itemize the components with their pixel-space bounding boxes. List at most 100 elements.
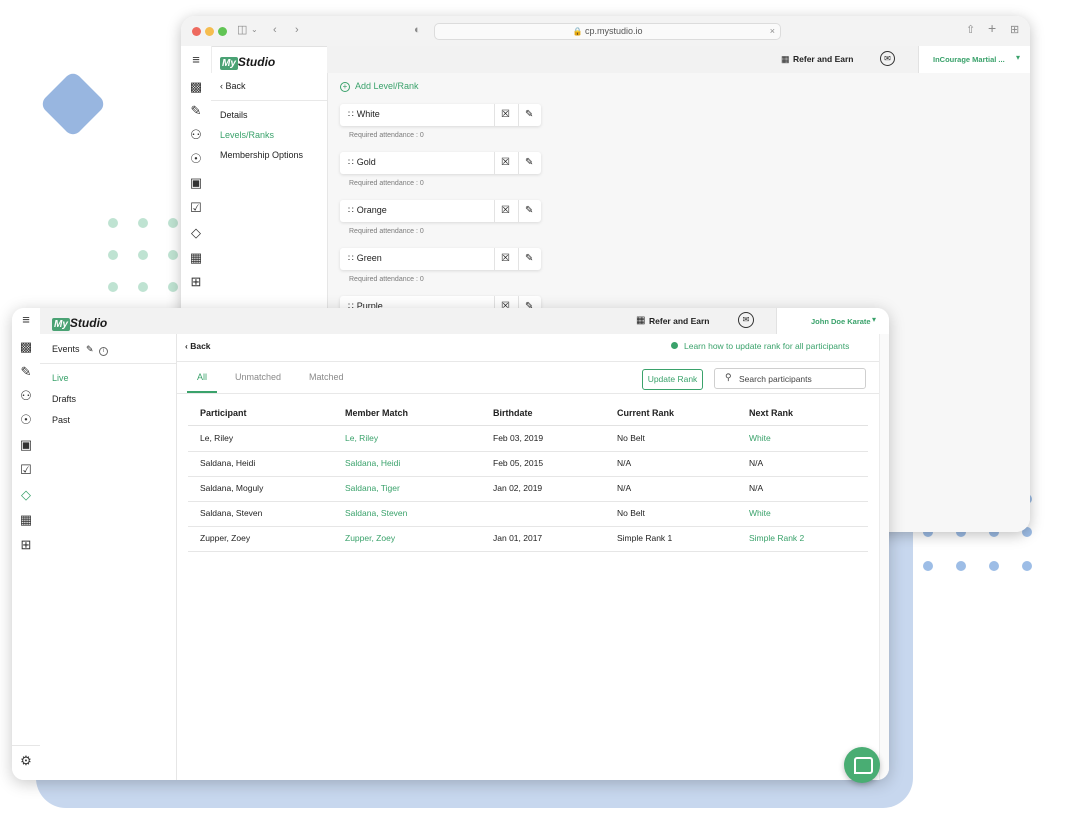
chat-icon [854,757,873,774]
trash-icon[interactable]: ☒ [501,205,510,217]
pen-icon[interactable]: ✎ [188,104,204,118]
analytics-icon[interactable]: ▩ [188,80,204,94]
cell-member[interactable]: Saldana, Heidi [345,458,400,468]
tab-matched[interactable]: Matched [309,372,344,382]
people-icon[interactable]: ⚇ [18,389,34,403]
apps-add-icon[interactable]: ⊞ [18,538,34,552]
minimize-window-button[interactable] [205,27,214,36]
studio-name: InCourage Martial ... [933,55,1005,64]
add-level-rank-button[interactable]: + Add Level/Rank [340,81,419,92]
apps-add-icon[interactable]: ⊞ [188,275,204,289]
search-input[interactable]: ⚲ Search participants [714,368,866,389]
analytics-icon[interactable]: ▩ [18,340,34,354]
trash-icon[interactable]: ☒ [501,253,510,265]
cell-next[interactable]: White [749,508,771,518]
sidebar-toggle-icon[interactable]: ◫ [237,24,247,36]
sidebar-item-membership-options[interactable]: Membership Options [220,150,303,160]
decorative-dot [923,561,933,571]
new-tab-icon[interactable]: + [988,21,996,35]
address-bar[interactable]: 🔒 cp.mystudio.io × [434,23,781,40]
scrollbar[interactable] [879,334,889,780]
pen-icon[interactable]: ✎ [18,365,34,379]
pencil-icon[interactable]: ✎ [525,253,533,265]
maximize-window-button[interactable] [218,27,227,36]
back-arrow-icon[interactable]: ‹ [273,24,277,36]
cell-participant: Zupper, Zoey [200,533,251,543]
update-rank-button[interactable]: Update Rank [642,369,703,390]
trash-icon[interactable]: ☒ [501,109,510,121]
cell-member[interactable]: Saldana, Tiger [345,483,400,493]
column-header-current-rank[interactable]: Current Rank [617,408,674,418]
green-dot-icon [671,342,678,349]
back-link[interactable]: ‹ Back [185,341,211,351]
privacy-shield-icon[interactable]: ◐ [414,24,421,36]
pencil-icon[interactable]: ✎ [525,157,533,169]
clipboard-icon[interactable]: ☑ [18,463,34,477]
menu-collapse-icon[interactable]: ≡ [18,313,34,327]
tab-unmatched[interactable]: Unmatched [235,372,281,382]
column-header-birthdate[interactable]: Birthdate [493,408,533,418]
chevron-down-icon[interactable]: ⌄ [251,24,258,36]
tab-all[interactable]: All [197,372,207,382]
people-icon[interactable]: ⚇ [188,128,204,142]
sidebar-item-past[interactable]: Past [52,415,70,425]
tab-overview-icon[interactable]: ⊞ [1010,24,1019,36]
settings-icon[interactable]: ⚙ [18,754,34,768]
megaphone-icon[interactable]: ☉ [18,413,34,427]
cell-next[interactable]: Simple Rank 2 [749,533,804,543]
calendar-settings-icon[interactable]: ▣ [188,176,204,190]
back-link[interactable]: ‹ Back [220,81,246,91]
menu-collapse-icon[interactable]: ≡ [188,53,204,67]
sidebar-item-details[interactable]: Details [220,110,248,120]
column-header-participant[interactable]: Participant [200,408,247,418]
front-app-window: ≡ ▩ ✎ ⚇ ☉ ▣ ☑ ◇ ▦ ⊞ ⚙ My Studio ▦ Refer a… [12,308,889,780]
chevron-down-icon: ▾ [872,315,877,324]
store-icon[interactable]: ▦ [188,251,204,265]
cell-member[interactable]: Saldana, Steven [345,508,407,518]
pen-icon[interactable]: ✎ [86,344,94,354]
decorative-dot [168,250,178,260]
chat-launcher-button[interactable] [844,747,880,783]
sidebar-item-live[interactable]: Live [52,373,69,383]
cell-next[interactable]: White [749,433,771,443]
info-icon[interactable]: i [99,347,109,356]
column-header-member-match[interactable]: Member Match [345,408,408,418]
pencil-icon[interactable]: ✎ [525,205,533,217]
cell-member[interactable]: Zupper, Zoey [345,533,395,543]
add-level-rank-label: Add Level/Rank [355,81,419,91]
trash-icon[interactable]: ☒ [501,157,510,169]
drag-handle-icon[interactable]: ∷ [348,157,354,167]
refer-and-earn-link[interactable]: Refer and Earn [793,54,853,64]
cell-member[interactable]: Le, Riley [345,433,378,443]
learn-link[interactable]: Learn how to update rank for all partici… [671,341,849,351]
tag-icon[interactable]: ◇ [18,488,34,502]
drag-handle-icon[interactable]: ∷ [348,205,354,215]
drag-handle-icon[interactable]: ∷ [348,253,354,263]
back-label: Back [225,81,246,91]
drag-handle-icon[interactable]: ∷ [348,109,354,119]
forward-arrow-icon[interactable]: › [295,24,299,36]
logo[interactable]: My Studio [211,46,328,74]
megaphone-icon[interactable]: ☉ [188,152,204,166]
column-header-next-rank[interactable]: Next Rank [749,408,793,418]
close-icon[interactable]: × [770,24,775,39]
store-icon[interactable]: ▦ [18,513,34,527]
share-icon[interactable]: ⇧ [966,24,975,36]
lock-icon: 🔒 [572,27,583,36]
calendar-settings-icon[interactable]: ▣ [18,438,34,452]
sidebar-item-levels-ranks[interactable]: Levels/Ranks [220,130,274,140]
sidebar-item-drafts[interactable]: Drafts [52,394,76,404]
close-window-button[interactable] [192,27,201,36]
required-attendance: Required attendance : 0 [349,228,424,235]
tag-icon[interactable]: ◇ [188,226,204,240]
rank-name: ∷ White [348,109,380,120]
clipboard-icon[interactable]: ☑ [188,201,204,215]
rank-card: ∷ White ☒ ✎ [340,104,541,126]
refer-and-earn-link[interactable]: Refer and Earn [649,316,709,326]
mail-icon[interactable]: ✉ [880,51,895,66]
logo[interactable]: My Studio [40,308,177,335]
studio-selector[interactable]: InCourage Martial ... ▾ [918,46,1030,73]
pencil-icon[interactable]: ✎ [525,109,533,121]
studio-selector[interactable]: John Doe Karate ▾ [776,308,889,334]
mail-icon[interactable]: ✉ [738,312,754,328]
